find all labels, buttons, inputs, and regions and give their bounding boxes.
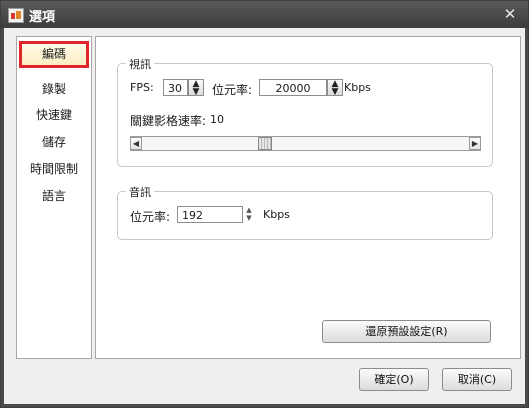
category-list: 編碼 錄製 快速鍵 儲存 時間限制 語言	[16, 36, 92, 359]
window-title: 選項	[29, 10, 56, 25]
slider-right-arrow-icon[interactable]: ▶	[469, 137, 481, 150]
audio-bitrate-unit: Kbps	[263, 208, 290, 221]
audio-group-title: 音訊	[126, 184, 154, 200]
video-group: 視訊 FPS: 30 ▲ ▼ 位元率: 20000 ▲ ▼ Kbps 關鍵影格速率:…	[117, 56, 493, 167]
settings-panel: 視訊 FPS: 30 ▲ ▼ 位元率: 20000 ▲ ▼ Kbps 關鍵影格速率:…	[95, 36, 521, 359]
keyframe-rate-value: 10	[210, 113, 224, 126]
audio-bitrate-label: 位元率:	[130, 210, 171, 224]
slider-thumb[interactable]	[258, 137, 272, 150]
keyframe-rate-label: 關鍵影格速率:	[130, 114, 207, 128]
app-icon	[8, 8, 24, 23]
close-icon[interactable]: ✕	[500, 5, 520, 23]
audio-bitrate-spinner[interactable]: ▲ ▼	[242, 206, 256, 223]
sidebar-item-save[interactable]: 儲存	[17, 131, 91, 153]
sidebar-item-encoding[interactable]: 編碼	[19, 41, 89, 68]
sidebar-item-time-limit[interactable]: 時間限制	[17, 158, 91, 180]
audio-group: 音訊 位元率: 192 ▲ ▼ Kbps	[117, 184, 493, 240]
slider-left-arrow-icon[interactable]: ◀	[130, 137, 142, 150]
sidebar-item-language[interactable]: 語言	[17, 185, 91, 207]
fps-spinner[interactable]: ▲ ▼	[188, 79, 204, 97]
ok-button[interactable]: 確定(O)	[359, 368, 429, 391]
video-bitrate-input[interactable]: 20000	[259, 79, 327, 96]
video-bitrate-spinner[interactable]: ▲ ▼	[327, 79, 343, 97]
sidebar-item-recording[interactable]: 錄製	[17, 78, 91, 100]
cancel-button[interactable]: 取消(C)	[442, 368, 512, 391]
keyframe-rate-slider[interactable]: ◀ ▶	[130, 136, 481, 151]
sidebar-item-hotkeys[interactable]: 快速鍵	[17, 104, 91, 126]
video-group-title: 視訊	[126, 56, 154, 72]
video-bitrate-label: 位元率:	[212, 83, 253, 97]
fps-input[interactable]: 30	[163, 79, 188, 96]
dialog-body: 編碼 錄製 快速鍵 儲存 時間限制 語言 1. 視訊 FPS: 30 ▲▼ 位元…	[4, 28, 525, 404]
options-dialog: 選項 ✕ 編碼 錄製 快速鍵 儲存 時間限制 語言 1. 視訊 FPS: 30 …	[0, 0, 529, 408]
video-bitrate-unit: Kbps	[344, 81, 371, 94]
title-bar[interactable]: 選項 ✕	[1, 1, 528, 28]
restore-defaults-button[interactable]: 還原預設設定(R)	[322, 320, 491, 343]
fps-label: FPS:	[130, 81, 154, 94]
audio-bitrate-input[interactable]: 192	[177, 206, 243, 223]
